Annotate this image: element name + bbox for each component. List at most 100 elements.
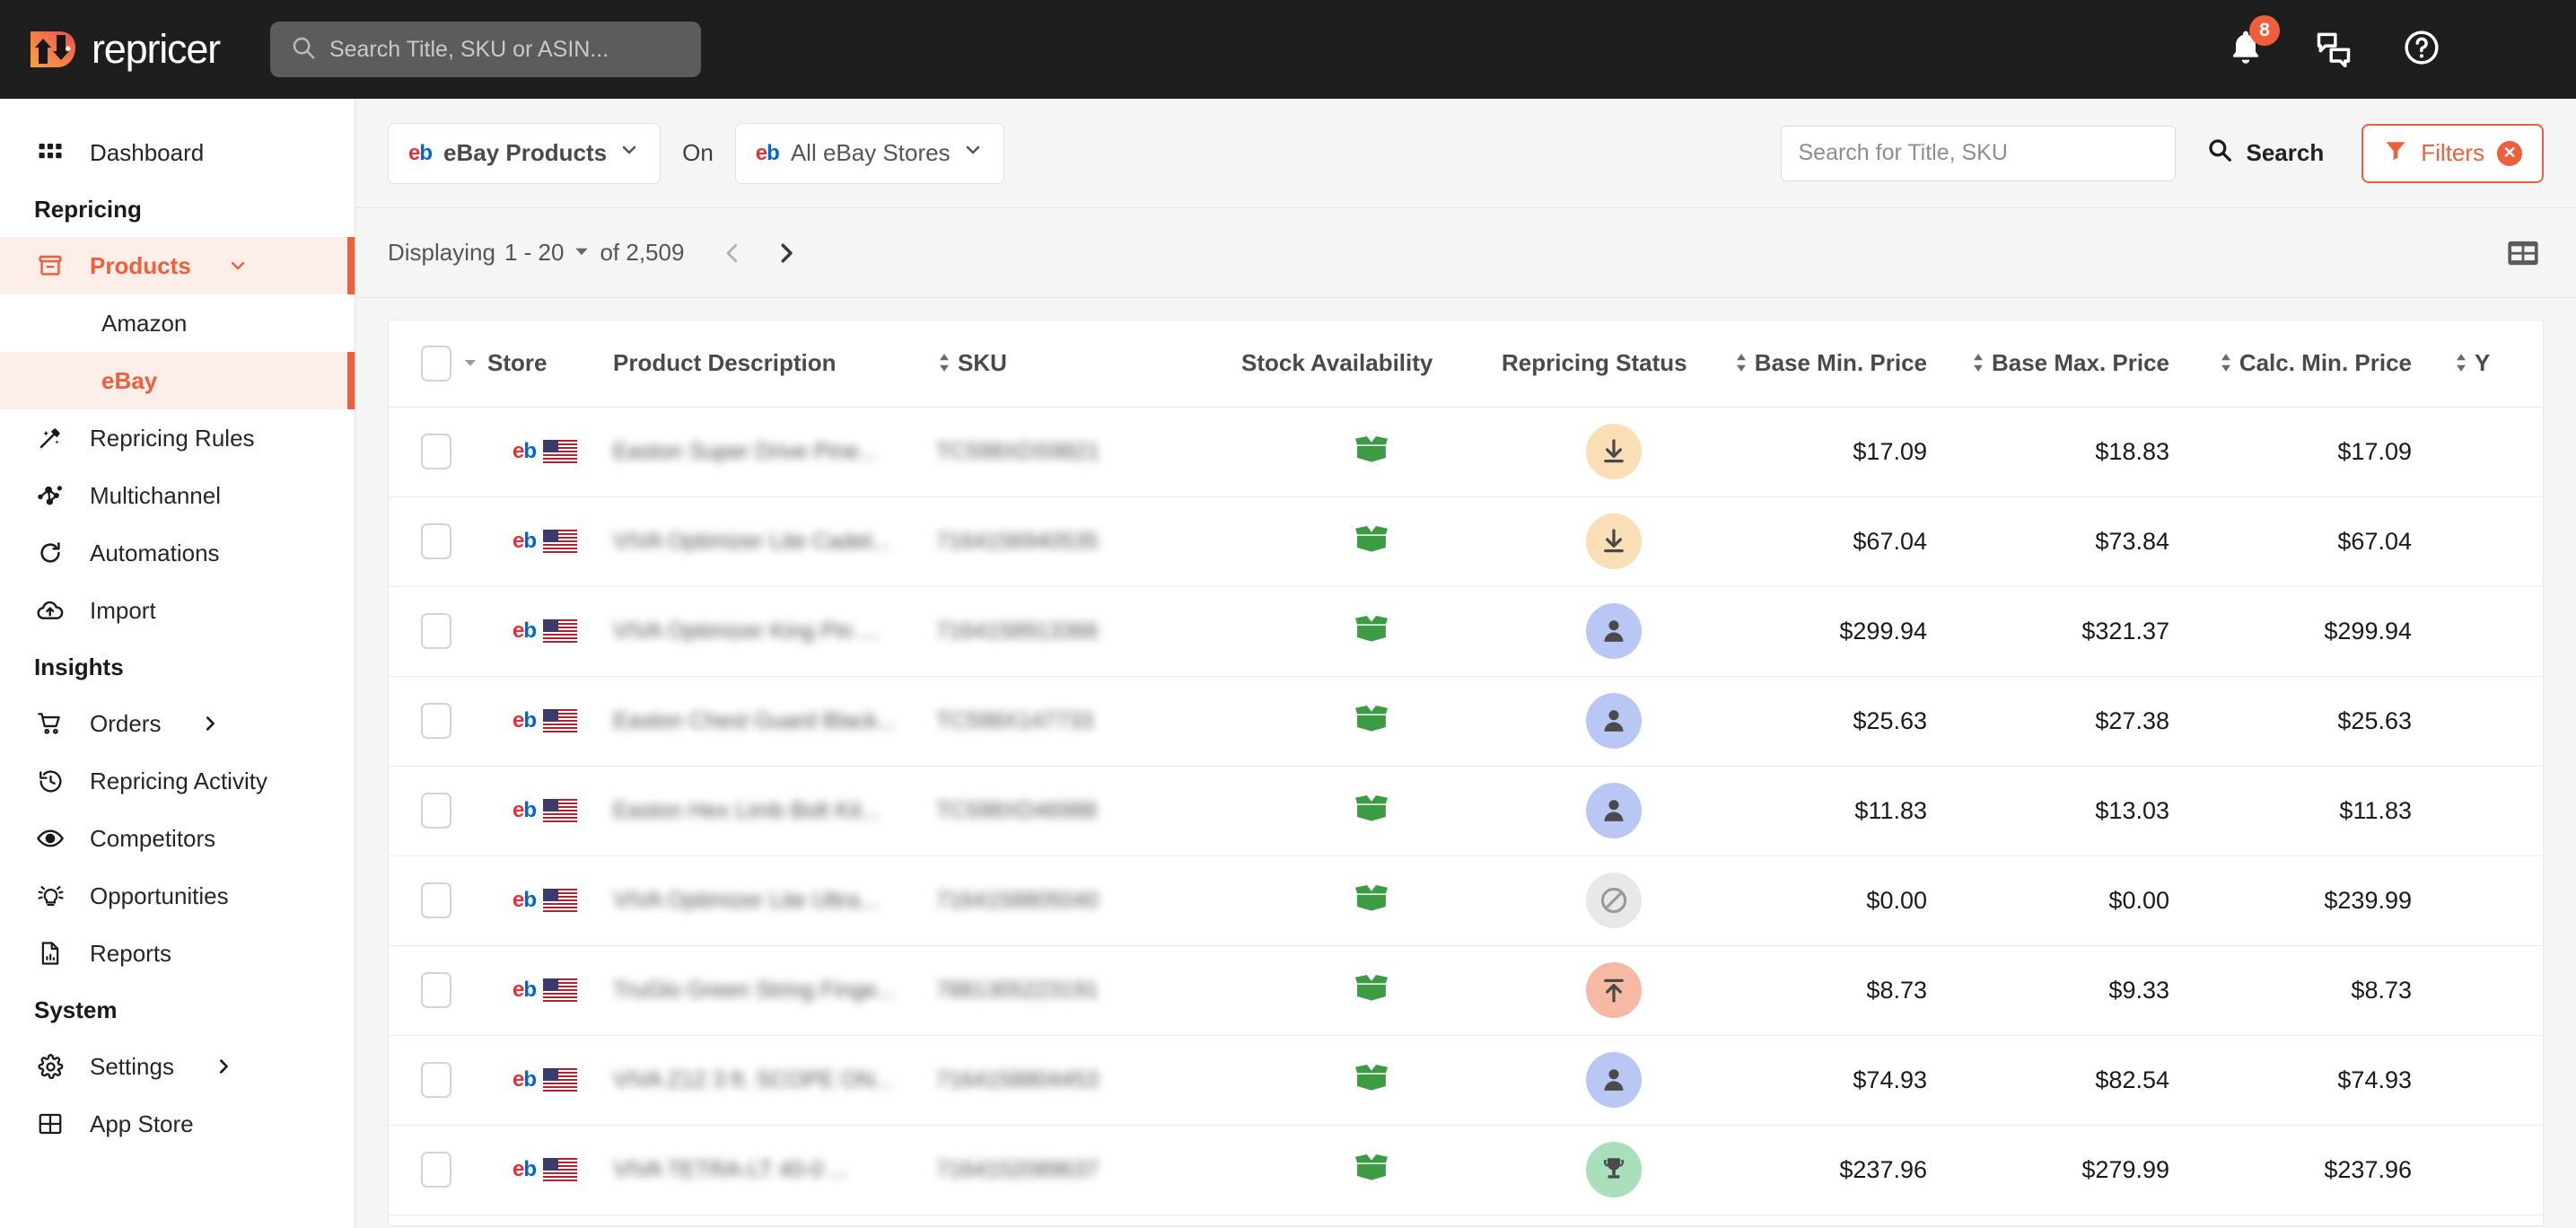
select-all-checkbox[interactable]: [421, 346, 451, 382]
td-sku: TC598XD46988: [936, 766, 1241, 855]
base-max-price-value: $18.83: [2095, 438, 2169, 465]
table-row[interactable]: eb VIVA Z12 3 ft. SCOPE ON... 7164158804…: [389, 1035, 2543, 1125]
sidebar-item-settings[interactable]: Settings: [0, 1038, 355, 1095]
td-product-description: VIVA Optimizer King Pin ...: [613, 586, 936, 676]
th-calc-min-price[interactable]: Calc. Min. Price: [2211, 320, 2453, 407]
td-repricing-status[interactable]: [1502, 1035, 1726, 1125]
sku-text: TC598XDS9821: [936, 439, 1241, 465]
th-stock-availability[interactable]: Stock Availability: [1241, 320, 1502, 407]
td-store: eb: [487, 407, 613, 496]
td-stock-availability: [1241, 1035, 1502, 1125]
td-base-max-price: $9.33: [1968, 945, 2211, 1035]
table-row[interactable]: eb VIVA TETRA-LT 40-0 ... 7164152089637 …: [389, 1125, 2543, 1215]
td-repricing-status[interactable]: [1502, 945, 1726, 1035]
td-repricing-status[interactable]: [1502, 407, 1726, 496]
main-content: eb eBay Products On eb All eBay Stores S…: [355, 99, 2576, 1228]
lightbulb-icon: [34, 880, 66, 912]
sidebar-item-competitors[interactable]: Competitors: [0, 810, 355, 867]
sidebar-item-repricing-rules[interactable]: Repricing Rules: [0, 409, 355, 467]
help-button[interactable]: [2402, 28, 2441, 72]
sidebar-item-opportunities[interactable]: Opportunities: [0, 867, 355, 925]
previous-page-button[interactable]: [709, 230, 756, 276]
th-base-min-price[interactable]: Base Min. Price: [1726, 320, 1968, 407]
td-repricing-status[interactable]: [1502, 586, 1726, 676]
th-repricing-status[interactable]: Repricing Status: [1502, 320, 1726, 407]
td-select: [389, 945, 487, 1035]
top-bar: repricer Search Title, SKU or ASIN... 8: [0, 0, 2576, 99]
sidebar-item-amazon[interactable]: Amazon: [0, 294, 355, 352]
table-header-row: Store Product Description SKU Stock Avai…: [389, 320, 2543, 407]
td-sku: TC598X147733: [936, 676, 1241, 766]
sidebar-item-ebay[interactable]: eBay: [0, 352, 355, 409]
table-row[interactable]: eb Easton Super Drive Pine... TC598XDS98…: [389, 407, 2543, 496]
sidebar-item-app-store[interactable]: App Store: [0, 1095, 355, 1153]
us-flag-icon: [543, 799, 577, 822]
filters-button[interactable]: Filters ✕: [2361, 124, 2544, 183]
row-checkbox[interactable]: [421, 882, 451, 918]
brand-logo[interactable]: repricer: [27, 24, 220, 75]
store-filter-dropdown[interactable]: eb All eBay Stores: [735, 123, 1004, 184]
td-repricing-status[interactable]: [1502, 855, 1726, 945]
sidebar-item-reports[interactable]: Reports: [0, 925, 355, 982]
td-select: [389, 676, 487, 766]
td-stock-availability: [1241, 766, 1502, 855]
row-checkbox[interactable]: [421, 523, 451, 559]
global-search-input[interactable]: Search Title, SKU or ASIN...: [270, 22, 701, 77]
th-base-max-price[interactable]: Base Max. Price: [1968, 320, 2211, 407]
row-checkbox[interactable]: [421, 613, 451, 649]
chat-button[interactable]: [2314, 28, 2353, 72]
sidebar-item-orders[interactable]: Orders: [0, 695, 355, 752]
table-row[interactable]: eb VIVA Optimizer King Pin ... 716415891…: [389, 586, 2543, 676]
row-checkbox[interactable]: [421, 972, 451, 1008]
notifications-button[interactable]: 8: [2226, 28, 2265, 72]
row-checkbox[interactable]: [421, 1062, 451, 1098]
td-truncated: [2453, 766, 2543, 855]
product-description-text: VIVA Z12 3 ft. SCOPE ON...: [613, 1067, 936, 1093]
td-repricing-status[interactable]: [1502, 1125, 1726, 1215]
product-description-text: TruGlo Green String Finge...: [613, 978, 936, 1004]
row-checkbox[interactable]: [421, 434, 451, 469]
table-row[interactable]: eb Easton Chest Guard Black... TC598X147…: [389, 676, 2543, 766]
td-truncated: [2453, 586, 2543, 676]
th-sku[interactable]: SKU: [936, 320, 1241, 407]
next-page-button[interactable]: [763, 230, 810, 276]
sidebar-item-dashboard[interactable]: Dashboard: [0, 124, 355, 181]
row-checkbox[interactable]: [421, 703, 451, 739]
td-select: [389, 586, 487, 676]
sidebar-item-import[interactable]: Import: [0, 582, 355, 639]
product-description-text: Easton Hex Limb Bolt Kit...: [613, 798, 936, 824]
td-repricing-status[interactable]: [1502, 766, 1726, 855]
sort-icon: [2218, 353, 2234, 373]
table-row[interactable]: eb VIVA Optimizer Lite Ultra... 71641588…: [389, 855, 2543, 945]
th-product-description[interactable]: Product Description: [613, 320, 936, 407]
search-icon: [290, 34, 317, 66]
sidebar-item-multichannel[interactable]: Multichannel: [0, 467, 355, 524]
column-settings-button[interactable]: [2502, 232, 2544, 274]
select-all-dropdown-icon[interactable]: [462, 349, 478, 377]
row-checkbox[interactable]: [421, 793, 451, 829]
th-truncated-column[interactable]: Y: [2453, 320, 2543, 407]
sidebar-item-label: Repricing Activity: [90, 768, 267, 795]
sidebar-item-products[interactable]: Products: [0, 237, 355, 294]
table-row[interactable]: eb VIVA Optimizer Lite Cadet... 71641569…: [389, 496, 2543, 586]
clear-filters-icon[interactable]: ✕: [2497, 141, 2522, 166]
sidebar-item-automations[interactable]: Automations: [0, 524, 355, 582]
sidebar-item-repricing-activity[interactable]: Repricing Activity: [0, 752, 355, 810]
product-search-input[interactable]: Search for Title, SKU: [1781, 126, 2176, 181]
sidebar-item-label: Repricing Rules: [90, 425, 255, 452]
base-max-price-value: $321.37: [2081, 618, 2169, 645]
search-button[interactable]: Search: [2206, 136, 2324, 170]
page-size-dropdown-icon[interactable]: [573, 239, 591, 267]
td-repricing-status[interactable]: [1502, 496, 1726, 586]
td-repricing-status[interactable]: [1502, 676, 1726, 766]
sidebar-item-label: Dashboard: [90, 139, 204, 167]
td-product-description: VIVA TETRA-LT 40-0 ...: [613, 1125, 936, 1215]
td-sku: TC598XDS9821: [936, 407, 1241, 496]
marketplace-filter-dropdown[interactable]: eb eBay Products: [388, 123, 661, 184]
th-store[interactable]: Store: [487, 320, 613, 407]
base-min-price-value: $0.00: [1866, 887, 1927, 914]
row-checkbox[interactable]: [421, 1152, 451, 1188]
td-base-max-price: $13.03: [1968, 766, 2211, 855]
table-row[interactable]: eb Easton Hex Limb Bolt Kit... TC598XD46…: [389, 766, 2543, 855]
table-row[interactable]: eb TruGlo Green String Finge... 78813052…: [389, 945, 2543, 1035]
